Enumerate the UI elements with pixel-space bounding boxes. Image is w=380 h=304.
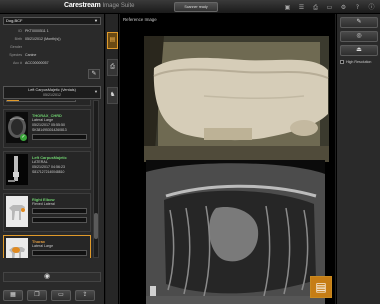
edit-patient-button[interactable]: ✎ <box>88 69 100 79</box>
info-key: Acc # <box>13 61 22 65</box>
info-key: Birth <box>14 37 22 41</box>
progress-bar <box>6 100 76 102</box>
annotate-button[interactable]: ✎ <box>340 17 378 28</box>
thumbnail-id: S8171272140048810 <box>32 170 65 174</box>
printer-icon[interactable]: ⎙ <box>311 3 320 12</box>
patient-select[interactable]: Dog,BCF ▼ <box>3 17 101 25</box>
left-toolbar: ▦ ❐ ▭ ⇪ <box>3 290 95 301</box>
help-icon[interactable]: ? <box>353 3 362 12</box>
high-resolution-label: High Resolution <box>346 60 372 64</box>
comment-field[interactable] <box>32 134 87 140</box>
chevron-down-icon: ▼ <box>94 89 98 94</box>
info-value: PKT0000511 1 <box>25 29 49 33</box>
view-mode-strip: ▤ ⎙ ♞ <box>106 14 119 304</box>
grid-button[interactable]: ▦ <box>3 290 23 301</box>
display-icon[interactable]: ▭ <box>325 3 334 12</box>
patient-panel: Dog,BCF ▼ ID PKT0000511 1 Birth 05/21/20… <box>0 14 105 304</box>
thumbnail-view: Flexed Lateral <box>32 202 55 206</box>
share-button[interactable]: ⇪ <box>75 290 95 301</box>
eject-icon: ⏏ <box>356 47 362 53</box>
photo-icon: ▤ <box>109 37 116 43</box>
checkbox[interactable] <box>340 60 344 64</box>
reference-image-label: Reference Image <box>123 17 157 22</box>
reference-photo <box>144 36 329 162</box>
thumbnail-list: ✓ THORAX_CHRD Lateral Large 05/21/2017 0… <box>3 100 91 258</box>
share-icon: ⇪ <box>82 292 88 298</box>
image-viewer[interactable]: Reference Image ▤ <box>120 14 335 304</box>
monitor-button[interactable]: ▭ <box>51 290 71 301</box>
list-item[interactable]: Right Elbow Flexed Lateral <box>3 193 91 232</box>
scanner-status-button[interactable]: Scanner ready <box>174 2 218 12</box>
anatomy-mode-button[interactable]: ♞ <box>107 87 118 104</box>
photo-mode-button[interactable]: ▤ <box>107 32 118 49</box>
scrollbar-thumb[interactable] <box>94 213 98 239</box>
folder-icon[interactable]: ▣ <box>283 3 292 12</box>
info-value: 05/21/2012 (Month(s)) <box>25 37 61 41</box>
xray-thumbnail: ✓ <box>6 112 28 143</box>
info-value: ACC00000057 <box>25 61 49 65</box>
tools-panel: ✎ ◎ ⏏ High Resolution <box>336 14 380 304</box>
print-mode-button[interactable]: ⎙ <box>107 59 118 76</box>
list-item[interactable] <box>3 100 91 106</box>
thumbnail-view: Lateral Large <box>32 244 54 248</box>
visibility-bar: ◉ <box>3 272 101 282</box>
pencil-icon: ✎ <box>91 71 97 77</box>
comment-field[interactable] <box>32 208 87 214</box>
dog-icon: ♞ <box>109 92 116 98</box>
thumbnail-id: SK3814953014260813 <box>32 128 67 132</box>
viewer-stack-icon[interactable]: ▤ <box>310 276 332 298</box>
check-icon: ✓ <box>20 134 27 141</box>
dog-diagram-thumbnail <box>6 196 28 227</box>
exam-select-title: Left CarpusMajetic (Ventals) <box>28 88 76 92</box>
exam-select-date: 05/21/2012 <box>43 93 61 97</box>
thumbnail-date: 05/21/2017 05:55:50 <box>32 123 65 127</box>
top-bar: Carestream Image Suite Scanner ready ▣ ☰… <box>0 0 380 14</box>
comment-field[interactable] <box>32 217 87 223</box>
thumbnail-scrollbar[interactable] <box>93 100 99 258</box>
printer-icon: ⎙ <box>110 64 115 70</box>
exam-select[interactable]: Left CarpusMajetic (Ventals) 05/21/2012 … <box>3 86 101 99</box>
copy-icon: ❐ <box>34 292 40 298</box>
info-row-id: ID PKT0000511 1 <box>3 27 101 35</box>
patient-info: ID PKT0000511 1 Birth 05/21/2012 (Month(… <box>3 27 101 67</box>
grid-icon: ▦ <box>10 292 16 298</box>
settings-icon[interactable]: ⚙ <box>339 3 348 12</box>
eye-icon[interactable]: ◉ <box>44 273 50 281</box>
copy-button[interactable]: ❐ <box>27 290 47 301</box>
info-row-species: Species Canine <box>3 51 101 59</box>
info-row-accession: Acc # ACC00000057 <box>3 59 101 67</box>
pencil-icon: ✎ <box>356 19 362 25</box>
brand-name: Carestream <box>64 2 101 9</box>
list-icon[interactable]: ☰ <box>297 3 306 12</box>
top-toolbar: ▣ ☰ ⎙ ▭ ⚙ ? ⓘ <box>283 1 376 13</box>
product-name: Image Suite <box>102 3 135 9</box>
info-row-gender: Gender <box>3 43 101 51</box>
dog-diagram-thumbnail <box>6 238 28 258</box>
monitor-icon: ▭ <box>58 292 64 298</box>
thumbnail-date: 05/21/2017 04:56:23 <box>32 165 65 169</box>
thumbnail-view: Lateral Large <box>32 118 54 122</box>
info-value: Canine <box>25 53 37 57</box>
high-resolution-toggle[interactable]: High Resolution <box>340 60 371 64</box>
eject-button[interactable]: ⏏ <box>340 45 378 56</box>
xray-image <box>146 160 325 304</box>
thumbnail-view: LATERAL <box>32 160 48 164</box>
info-icon[interactable]: ⓘ <box>367 3 376 12</box>
patient-select-value: Dog,BCF <box>6 18 23 23</box>
circle-tool-button[interactable]: ◎ <box>340 31 378 42</box>
info-key: Species <box>9 53 22 57</box>
list-item[interactable]: ✓ THORAX_CHRD Lateral Large 05/21/2017 0… <box>3 109 91 148</box>
comment-field[interactable] <box>32 250 87 256</box>
circle-icon: ◎ <box>356 33 362 39</box>
list-item-selected[interactable]: Thorax Lateral Large <box>3 235 91 258</box>
xray-thumbnail <box>6 154 28 185</box>
list-item[interactable]: Left CarpusMajetic LATERAL 05/21/2017 04… <box>3 151 91 190</box>
chevron-down-icon: ▼ <box>94 18 98 23</box>
info-row-birth: Birth 05/21/2012 (Month(s)) <box>3 35 101 43</box>
info-key: Gender <box>10 45 22 49</box>
app-brand: Carestream Image Suite <box>64 2 135 9</box>
info-key: ID <box>18 29 22 33</box>
